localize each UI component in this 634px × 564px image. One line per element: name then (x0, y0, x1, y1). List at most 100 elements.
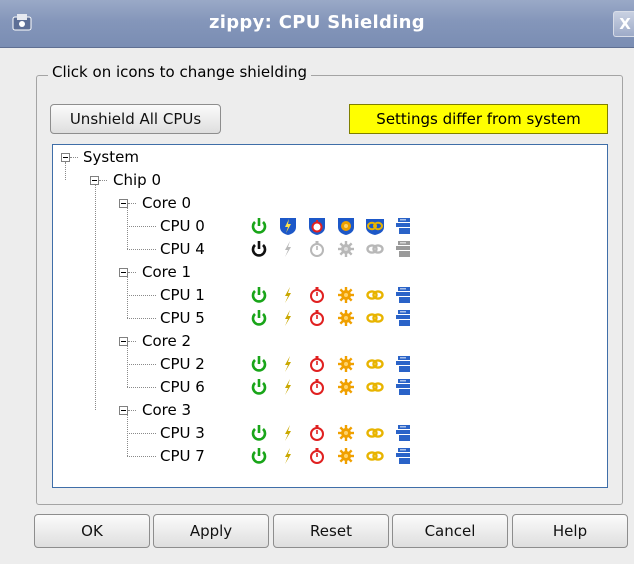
tree-guide-line (127, 415, 128, 456)
power-icon[interactable] (249, 308, 269, 328)
stack-icon[interactable] (394, 377, 414, 397)
power-icon[interactable] (249, 446, 269, 466)
close-button[interactable]: X (613, 11, 634, 37)
tree-guide-line (127, 433, 156, 434)
tree-node-cpu: CPU 6 (160, 378, 205, 396)
link-icon[interactable] (365, 354, 385, 374)
tree-guide-line (70, 157, 78, 158)
expander-core[interactable] (119, 268, 128, 277)
stopwatch-timer-icon[interactable] (307, 216, 327, 236)
power-icon[interactable] (249, 285, 269, 305)
gear-process-icon[interactable] (336, 354, 356, 374)
cancel-button[interactable]: Cancel (392, 514, 508, 548)
stack-icon[interactable] (394, 423, 414, 443)
tree-guide-line (127, 208, 128, 249)
tree-guide-line (127, 364, 156, 365)
gear-process-icon[interactable] (336, 216, 356, 236)
tree-guide-line (127, 346, 128, 387)
tree-guide-line (127, 226, 156, 227)
tree-node-cpu: CPU 0 (160, 217, 205, 235)
stopwatch-timer-icon[interactable] (307, 285, 327, 305)
stack-icon[interactable] (394, 446, 414, 466)
tree-guide-line (128, 272, 136, 273)
tree-node-core: Core 0 (142, 194, 192, 212)
expander-chip[interactable] (90, 176, 99, 185)
tree-node-core: Core 1 (142, 263, 192, 281)
stopwatch-timer-icon[interactable] (307, 446, 327, 466)
tree-node-chip: Chip 0 (113, 171, 161, 189)
lightning-interrupt-icon[interactable] (278, 423, 298, 443)
expander-core[interactable] (119, 406, 128, 415)
tree-node-core: Core 3 (142, 401, 192, 419)
gear-process-icon[interactable] (336, 285, 356, 305)
tree-node-cpu: CPU 7 (160, 447, 205, 465)
lightning-interrupt-icon[interactable] (278, 239, 298, 259)
tree-node-core: Core 2 (142, 332, 192, 350)
lightning-interrupt-icon[interactable] (278, 446, 298, 466)
power-icon[interactable] (249, 423, 269, 443)
expander-system[interactable] (61, 153, 70, 162)
stack-icon[interactable] (394, 239, 414, 259)
stack-icon[interactable] (394, 216, 414, 236)
stopwatch-timer-icon[interactable] (307, 239, 327, 259)
power-icon[interactable] (249, 354, 269, 374)
stopwatch-timer-icon[interactable] (307, 423, 327, 443)
tree-node-cpu: CPU 5 (160, 309, 205, 327)
gear-process-icon[interactable] (336, 423, 356, 443)
tree-node-cpu: CPU 2 (160, 355, 205, 373)
expander-core[interactable] (119, 199, 128, 208)
reset-button[interactable]: Reset (273, 514, 389, 548)
tree-node-system: System (83, 148, 139, 166)
power-icon[interactable] (249, 216, 269, 236)
group-legend: Click on icons to change shielding (48, 63, 312, 81)
tree-guide-line (128, 341, 136, 342)
tree-guide-line (127, 295, 156, 296)
lightning-interrupt-icon[interactable] (278, 377, 298, 397)
tree-guide-line (127, 456, 156, 457)
link-icon[interactable] (365, 423, 385, 443)
tree-guide-line (127, 277, 128, 318)
help-button[interactable]: Help (512, 514, 628, 548)
window-title: zippy: CPU Shielding (209, 12, 425, 33)
stopwatch-timer-icon[interactable] (307, 354, 327, 374)
cpu-tree[interactable]: System Chip 0 Core 0 CPU 0 CPU 4 Core 1 CPU 1 C… (52, 144, 608, 488)
status-badge: Settings differ from system (349, 104, 608, 134)
stack-icon[interactable] (394, 354, 414, 374)
link-icon[interactable] (365, 377, 385, 397)
tree-guide-line (99, 180, 107, 181)
title-bar[interactable]: zippy: CPU Shielding X (0, 0, 634, 48)
ok-button[interactable]: OK (34, 514, 150, 548)
stack-icon[interactable] (394, 285, 414, 305)
power-icon[interactable] (249, 377, 269, 397)
tree-guide-line (128, 410, 136, 411)
link-icon[interactable] (365, 216, 385, 236)
tree-guide-line (95, 185, 96, 410)
tree-guide-line (65, 162, 66, 180)
gear-process-icon[interactable] (336, 308, 356, 328)
expander-core[interactable] (119, 337, 128, 346)
tree-guide-line (127, 387, 156, 388)
link-icon[interactable] (365, 285, 385, 305)
lightning-interrupt-icon[interactable] (278, 308, 298, 328)
apply-button[interactable]: Apply (153, 514, 269, 548)
stopwatch-timer-icon[interactable] (307, 377, 327, 397)
tree-node-cpu: CPU 4 (160, 240, 205, 258)
stopwatch-timer-icon[interactable] (307, 308, 327, 328)
stack-icon[interactable] (394, 308, 414, 328)
gear-process-icon[interactable] (336, 377, 356, 397)
lightning-interrupt-icon[interactable] (278, 216, 298, 236)
lightning-interrupt-icon[interactable] (278, 354, 298, 374)
link-icon[interactable] (365, 239, 385, 259)
unshield-all-button[interactable]: Unshield All CPUs (50, 104, 221, 134)
lightning-interrupt-icon[interactable] (278, 285, 298, 305)
link-icon[interactable] (365, 446, 385, 466)
gear-process-icon[interactable] (336, 446, 356, 466)
link-icon[interactable] (365, 308, 385, 328)
dialog-body: Click on icons to change shielding Unshi… (0, 48, 634, 564)
tree-guide-line (127, 249, 156, 250)
tree-node-cpu: CPU 3 (160, 424, 205, 442)
tree-guide-line (128, 203, 136, 204)
tree-guide-line (127, 318, 156, 319)
power-icon[interactable] (249, 239, 269, 259)
gear-process-icon[interactable] (336, 239, 356, 259)
